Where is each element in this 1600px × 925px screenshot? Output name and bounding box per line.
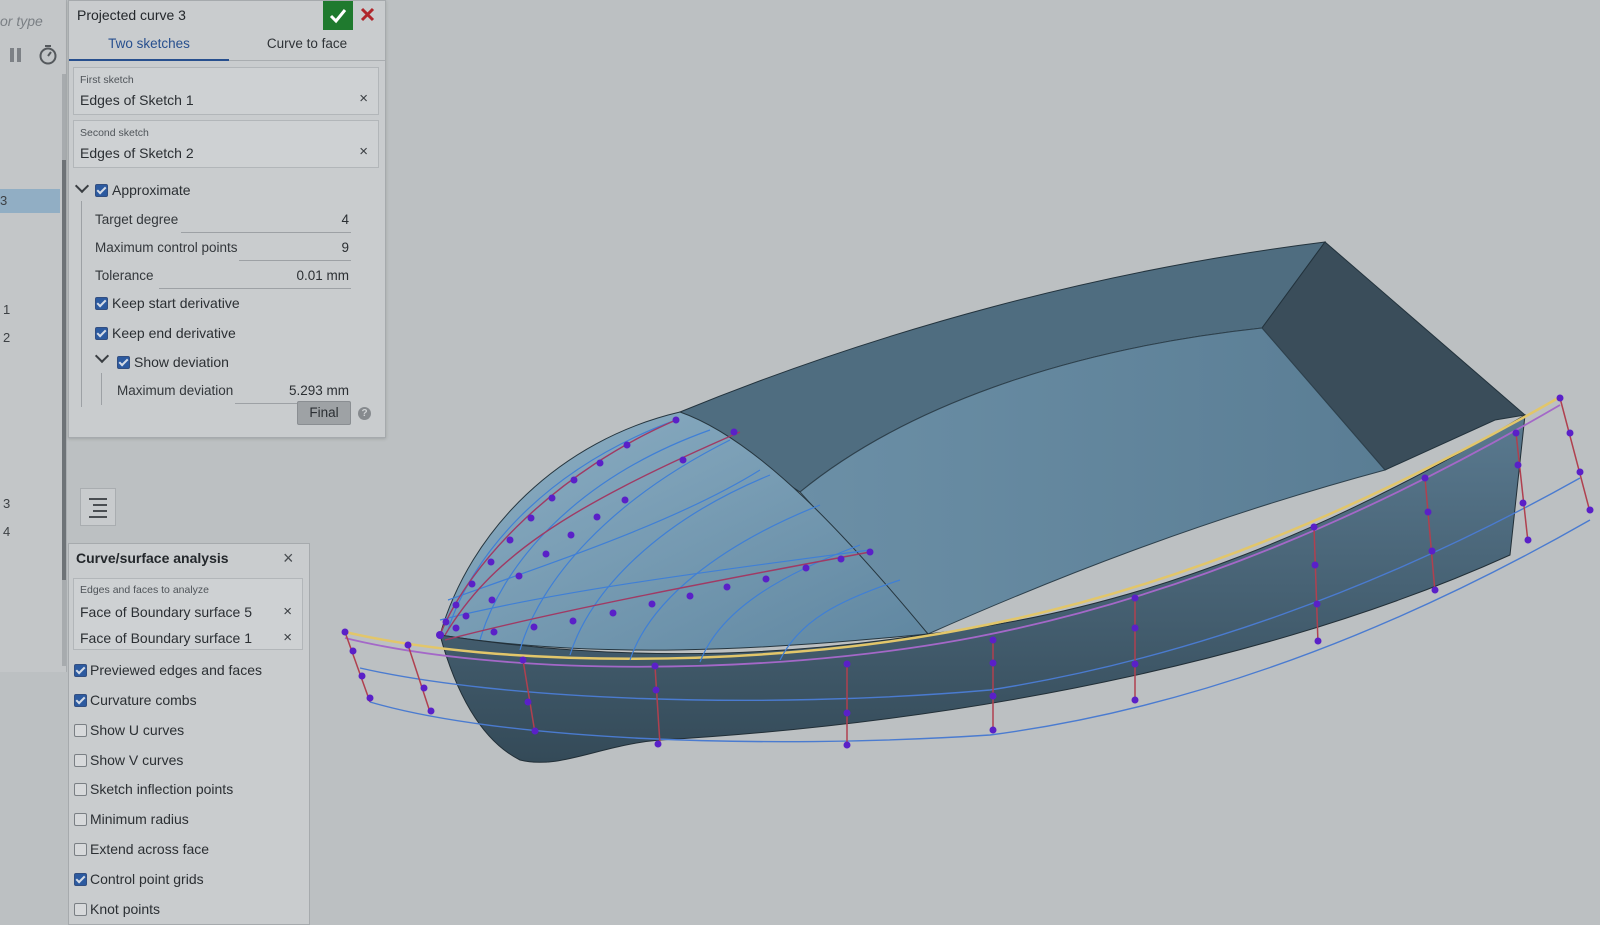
approximate-checkbox[interactable] xyxy=(95,184,108,197)
option-label: Show V curves xyxy=(90,752,184,768)
feature-row-text: 3 xyxy=(0,193,8,208)
feature-row-selected[interactable]: 3 xyxy=(0,189,60,213)
option-label: Show U curves xyxy=(90,722,185,738)
second-sketch-value: Edges of Sketch 2 xyxy=(80,145,194,161)
feature-list: or type 3 1 2 3 4 xyxy=(0,0,67,672)
option-label: Curvature combs xyxy=(90,692,197,708)
max-control-points-input[interactable]: 9 xyxy=(269,240,349,255)
control-point-grids-checkbox[interactable] xyxy=(74,873,87,886)
tab-two-sketches[interactable]: Two sketches xyxy=(69,31,229,61)
keep-end-derivative-checkbox[interactable] xyxy=(95,327,108,340)
remove-selection-icon[interactable]: × xyxy=(283,629,292,646)
option-label: Extend across face xyxy=(90,841,210,857)
option-label: Knot points xyxy=(90,901,161,917)
option-label: Previewed edges and faces xyxy=(90,662,262,678)
check-icon xyxy=(329,9,347,24)
max-deviation-label: Maximum deviation xyxy=(117,383,234,398)
option-label: Control point grids xyxy=(90,871,204,887)
rollback-timer-icon[interactable] xyxy=(38,44,58,66)
final-button[interactable]: Final xyxy=(297,401,351,425)
feature-row-number[interactable]: 1 xyxy=(3,302,10,317)
tree-guide xyxy=(81,201,82,407)
panel-title: Curve/surface analysis xyxy=(76,550,229,566)
cancel-button[interactable] xyxy=(353,1,383,30)
first-sketch-value: Edges of Sketch 1 xyxy=(80,92,194,108)
target-degree-input[interactable]: 4 xyxy=(269,212,349,227)
show-v-curves-checkbox[interactable] xyxy=(74,754,87,767)
feature-row-number[interactable]: 3 xyxy=(3,496,10,511)
extend-across-face-checkbox[interactable] xyxy=(74,843,87,856)
keep-start-derivative-checkbox[interactable] xyxy=(95,297,108,310)
faces-to-analyze-field[interactable]: Edges and faces to analyze Face of Bound… xyxy=(73,578,303,650)
target-degree-label: Target degree xyxy=(95,212,179,227)
remove-selection-icon[interactable]: × xyxy=(283,603,292,620)
face-item[interactable]: Face of Boundary surface 5 xyxy=(80,604,252,620)
max-deviation-value: 5.293 mm xyxy=(288,383,349,398)
remove-selection-icon[interactable]: × xyxy=(359,90,368,107)
close-icon xyxy=(360,7,375,22)
list-lines-icon xyxy=(89,498,107,518)
tab-curve-to-face[interactable]: Curve to face xyxy=(229,31,385,59)
dialog-title: Projected curve 3 xyxy=(77,7,186,23)
accept-button[interactable] xyxy=(323,1,353,30)
help-icon[interactable]: ? xyxy=(358,407,371,420)
second-sketch-field[interactable]: Second sketch Edges of Sketch 2 × xyxy=(73,120,379,168)
chevron-down-icon[interactable] xyxy=(74,178,90,194)
feature-row-number[interactable]: 2 xyxy=(3,330,10,345)
list-icon[interactable] xyxy=(80,488,116,526)
curve-surface-analysis-panel: Curve/surface analysis × Edges and faces… xyxy=(68,543,310,925)
tree-guide xyxy=(101,373,102,405)
sketch-inflection-points-checkbox[interactable] xyxy=(74,783,87,796)
first-sketch-label: First sketch xyxy=(80,74,134,86)
projected-curve-dialog: Projected curve 3 Two sketches Curve to … xyxy=(68,0,386,438)
keep-end-derivative-label: Keep end derivative xyxy=(112,325,236,341)
curvature-combs-checkbox[interactable] xyxy=(74,694,87,707)
keep-start-derivative-label: Keep start derivative xyxy=(112,295,240,311)
show-deviation-checkbox[interactable] xyxy=(117,356,130,369)
minimum-radius-checkbox[interactable] xyxy=(74,813,87,826)
face-item[interactable]: Face of Boundary surface 1 xyxy=(80,630,252,646)
mode-tabs: Two sketches Curve to face xyxy=(69,31,385,61)
chevron-down-icon[interactable] xyxy=(94,348,110,364)
show-u-curves-checkbox[interactable] xyxy=(74,724,87,737)
max-control-points-label: Maximum control points xyxy=(95,240,238,255)
approximate-label: Approximate xyxy=(112,182,191,198)
feature-row-number[interactable]: 4 xyxy=(3,524,10,539)
second-sketch-label: Second sketch xyxy=(80,127,149,139)
input-underline xyxy=(239,260,351,261)
close-icon[interactable]: × xyxy=(283,548,294,569)
show-deviation-label: Show deviation xyxy=(134,354,229,370)
feature-filter-input[interactable]: or type xyxy=(0,8,62,34)
tolerance-label: Tolerance xyxy=(95,268,154,283)
pause-icon[interactable] xyxy=(8,46,24,64)
input-underline xyxy=(181,232,351,233)
option-label: Minimum radius xyxy=(90,811,189,827)
faces-label: Edges and faces to analyze xyxy=(80,584,210,596)
first-sketch-field[interactable]: First sketch Edges of Sketch 1 × xyxy=(73,67,379,115)
option-label: Sketch inflection points xyxy=(90,781,234,797)
knot-points-checkbox[interactable] xyxy=(74,903,87,916)
tolerance-input[interactable]: 0.01 mm xyxy=(249,268,349,283)
remove-selection-icon[interactable]: × xyxy=(359,143,368,160)
input-underline xyxy=(159,288,351,289)
previewed-edges-checkbox[interactable] xyxy=(74,664,87,677)
scrollbar-thumb[interactable] xyxy=(62,160,66,580)
